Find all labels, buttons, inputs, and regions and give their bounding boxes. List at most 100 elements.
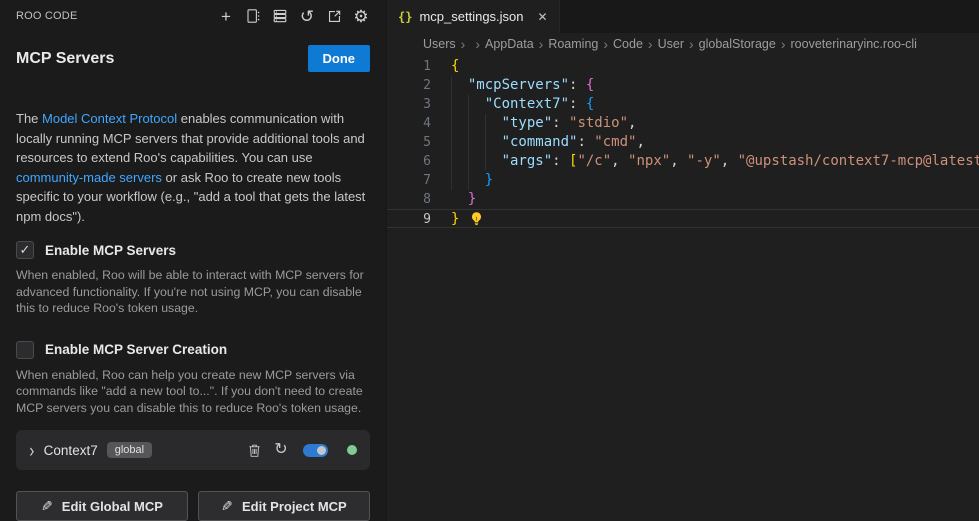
pencil-icon: ✎: [221, 498, 233, 515]
indent-guide: [468, 171, 469, 190]
gear-icon[interactable]: ⚙: [352, 7, 370, 25]
code-token: }: [468, 191, 476, 207]
open-in-editor-icon[interactable]: [325, 7, 343, 25]
breadcrumb-separator-icon: ›: [689, 36, 694, 52]
code-editor[interactable]: 1{2 "mcpServers": {3 "Context7": {4 "typ…: [387, 55, 979, 521]
line-number: 1: [387, 57, 431, 76]
code-token: :: [569, 77, 586, 93]
panel-toolbar: +: [217, 7, 370, 25]
chevron-right-icon[interactable]: ›: [29, 440, 34, 460]
code-line[interactable]: 7 }: [387, 171, 979, 190]
breadcrumb-item[interactable]: User: [658, 37, 684, 51]
line-content: "command": "cmd",: [451, 133, 645, 152]
indent-guide: [468, 95, 469, 114]
code-line[interactable]: 4 "type": "stdio",: [387, 114, 979, 133]
panel-header: ROO CODE +: [16, 0, 370, 32]
close-icon[interactable]: ✕: [538, 10, 548, 24]
roo-code-panel: ROO CODE +: [0, 0, 387, 521]
trash-icon[interactable]: [245, 441, 263, 459]
toggle-knob: [317, 446, 326, 455]
community-made-servers-link[interactable]: community-made servers: [16, 170, 162, 185]
code-token: "Context7": [485, 96, 569, 112]
indent-guide: [451, 152, 452, 171]
indent-guide: [468, 114, 469, 133]
indent-guide: [485, 152, 486, 171]
code-token: }: [451, 211, 459, 227]
breadcrumb-separator-icon: ›: [781, 36, 786, 52]
code-token: "cmd": [594, 134, 636, 150]
panel-title: ROO CODE: [16, 10, 78, 22]
server-enabled-toggle[interactable]: [303, 444, 328, 457]
lightbulb-icon[interactable]: [452, 192, 467, 207]
server-row-context7[interactable]: › Context7 global ↻: [16, 430, 370, 470]
code-token: "type": [502, 115, 553, 131]
breadcrumb-item[interactable]: AppData: [485, 37, 534, 51]
line-number: 2: [387, 76, 431, 95]
code-line[interactable]: 3 "Context7": {: [387, 95, 979, 114]
breadcrumb-item[interactable]: rooveterinaryinc.roo-cli: [791, 37, 917, 51]
code-token: ,: [628, 115, 636, 131]
line-content: }: [451, 171, 493, 190]
breadcrumb-item[interactable]: Roaming: [548, 37, 598, 51]
indent-guide: [451, 133, 452, 152]
mcp-server-icon[interactable]: [271, 7, 289, 25]
notebook-icon[interactable]: [244, 7, 262, 25]
intro-paragraph: The Model Context Protocol enables commu…: [16, 109, 370, 226]
enable-mcp-creation-checkbox[interactable]: [16, 341, 34, 359]
line-number: 5: [387, 133, 431, 152]
code-line[interactable]: 9}: [387, 209, 979, 228]
line-number: 6: [387, 152, 431, 171]
code-line[interactable]: 1{: [387, 57, 979, 76]
enable-mcp-creation-row: Enable MCP Server Creation: [16, 341, 370, 359]
tab-mcp-settings-json[interactable]: {} mcp_settings.json ✕: [387, 0, 560, 33]
pencil-icon: ✎: [41, 498, 53, 515]
breadcrumb: Users››AppData›Roaming›Code›User›globalS…: [387, 33, 979, 55]
check-icon: ✓: [20, 242, 31, 258]
enable-mcp-creation-label: Enable MCP Server Creation: [45, 342, 227, 357]
enable-mcp-creation-description: When enabled, Roo can help you create ne…: [16, 367, 370, 417]
breadcrumb-item[interactable]: Code: [613, 37, 643, 51]
code-token: :: [569, 96, 586, 112]
breadcrumb-separator-icon: ›: [648, 36, 653, 52]
line-number: 9: [387, 210, 431, 227]
done-button[interactable]: Done: [308, 45, 371, 72]
code-token: "stdio": [569, 115, 628, 131]
breadcrumb-item[interactable]: globalStorage: [699, 37, 776, 51]
line-number: 3: [387, 95, 431, 114]
model-context-protocol-link[interactable]: Model Context Protocol: [42, 111, 177, 126]
enable-mcp-servers-checkbox[interactable]: ✓: [16, 241, 34, 259]
code-token: [451, 115, 502, 131]
restart-icon[interactable]: ↻: [272, 441, 290, 459]
plus-icon[interactable]: +: [217, 7, 235, 25]
line-number: 8: [387, 190, 431, 209]
code-line[interactable]: 8 }: [387, 190, 979, 209]
history-icon[interactable]: ↺: [298, 7, 316, 25]
code-line[interactable]: 5 "command": "cmd",: [387, 133, 979, 152]
line-content: "mcpServers": {: [451, 76, 594, 95]
code-token: {: [586, 96, 594, 112]
code-token: "command": [502, 134, 578, 150]
code-token: {: [451, 58, 459, 74]
code-line[interactable]: 2 "mcpServers": {: [387, 76, 979, 95]
edit-global-mcp-button[interactable]: ✎ Edit Global MCP: [16, 491, 188, 521]
tab-filename: mcp_settings.json: [419, 9, 523, 24]
status-dot-connected: [347, 445, 357, 455]
line-content: "type": "stdio",: [451, 114, 636, 133]
edit-project-mcp-button[interactable]: ✎ Edit Project MCP: [198, 491, 370, 521]
code-token: ,: [636, 134, 644, 150]
enable-mcp-servers-label: Enable MCP Servers: [45, 243, 176, 258]
line-content: {: [451, 57, 459, 76]
tab-bar: {} mcp_settings.json ✕: [387, 0, 979, 33]
code-token: ,: [670, 153, 687, 169]
line-content: }: [451, 210, 459, 227]
code-line[interactable]: 6 "args": ["/c", "npx", "-y", "@upstash/…: [387, 152, 979, 171]
code-token: "mcpServers": [468, 77, 569, 93]
code-token: ,: [721, 153, 738, 169]
breadcrumb-item[interactable]: Users: [423, 37, 456, 51]
indent-guide: [468, 152, 469, 171]
breadcrumb-separator-icon: ›: [475, 36, 480, 52]
indent-guide: [485, 133, 486, 152]
line-content: }: [451, 190, 476, 209]
line-content: "args": ["/c", "npx", "-y", "@upstash/co…: [451, 152, 979, 171]
breadcrumb-separator-icon: ›: [603, 36, 608, 52]
